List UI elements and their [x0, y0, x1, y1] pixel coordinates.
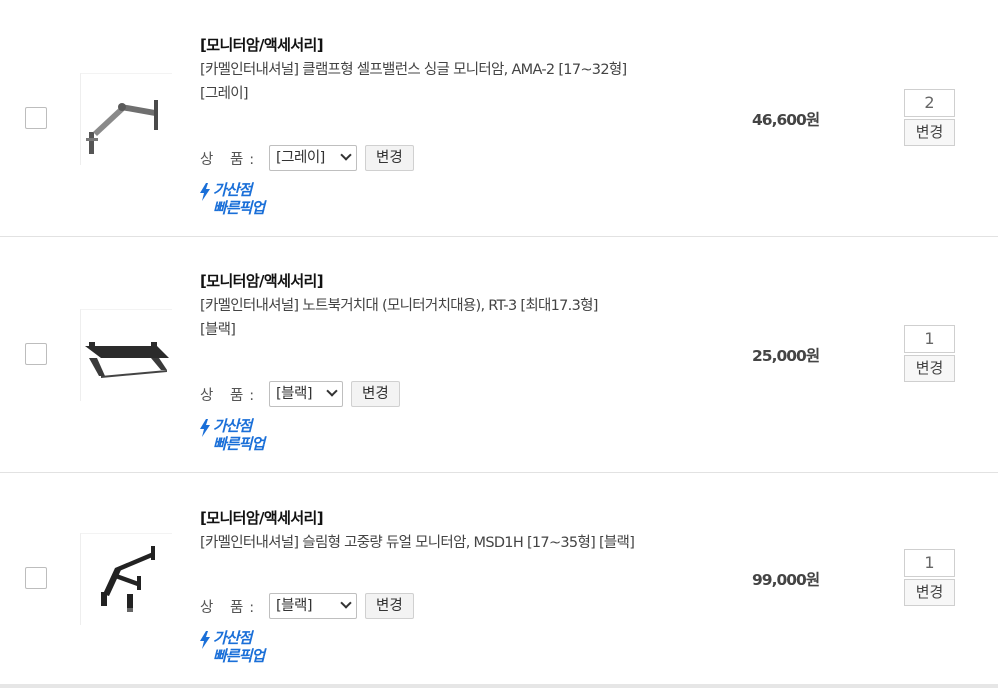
pickup-label-2: 빠른픽업	[213, 435, 265, 453]
item-checkbox[interactable]	[25, 343, 47, 365]
fast-pickup-badge: 가산점 빠른픽업	[199, 181, 289, 221]
chevron-down-icon	[326, 385, 338, 397]
option-row: 상 품: [블랙] 변경	[200, 381, 400, 407]
item-info: [모니터암/액세서리] [카멜인터내셔널] 노트북거치대 (모니터거치대용), …	[200, 270, 720, 342]
option-select[interactable]: [블랙]	[269, 381, 343, 407]
fast-pickup-badge: 가산점 빠른픽업	[199, 417, 289, 457]
item-info: [모니터암/액세서리] [카멜인터내셔널] 클램프형 셀프밸런스 싱글 모니터암…	[200, 34, 720, 106]
product-image-laptop-stand[interactable]	[80, 309, 172, 401]
quantity-input[interactable]: 1	[904, 325, 955, 353]
option-label: 상 품:	[200, 151, 261, 168]
item-name-text[interactable]: [카멜인터내셔널] 슬림형 고중량 듀얼 모니터암, MSD1H [17~35형…	[200, 535, 635, 551]
item-name[interactable]: [카멜인터내셔널] 클램프형 셀프밸런스 싱글 모니터암, AMA-2 [17~…	[200, 58, 720, 106]
quantity-change-button[interactable]: 변경	[904, 355, 955, 382]
item-name-text[interactable]: [카멜인터내셔널] 클램프형 셀프밸런스 싱글 모니터암, AMA-2 [17~…	[200, 62, 627, 78]
quantity-input[interactable]: 2	[904, 89, 955, 117]
option-row: 상 품: [그레이] 변경	[200, 145, 414, 171]
list-bottom-divider	[0, 684, 998, 688]
product-image-dual-monitor-arm[interactable]	[80, 533, 172, 625]
option-row: 상 품: [블랙] 변경	[200, 593, 414, 619]
quantity-input[interactable]: 1	[904, 549, 955, 577]
option-value: [그레이]	[276, 150, 325, 166]
item-category: [모니터암/액세서리]	[200, 509, 324, 527]
item-name-text[interactable]: [카멜인터내셔널] 노트북거치대 (모니터거치대용), RT-3 [최대17.3…	[200, 298, 598, 314]
option-value: [블랙]	[276, 386, 313, 402]
product-image-monitor-arm[interactable]	[80, 73, 172, 165]
option-label: 상 품:	[200, 387, 261, 404]
quantity-change-button[interactable]: 변경	[904, 579, 955, 606]
item-price: 25,000원	[752, 347, 820, 365]
fast-pickup-badge: 가산점 빠른픽업	[199, 629, 289, 669]
chevron-down-icon	[340, 149, 352, 161]
item-name[interactable]: [카멜인터내셔널] 노트북거치대 (모니터거치대용), RT-3 [최대17.3…	[200, 294, 720, 342]
lightning-bolt-icon	[200, 183, 210, 201]
item-name[interactable]: [카멜인터내셔널] 슬림형 고중량 듀얼 모니터암, MSD1H [17~35형…	[200, 531, 720, 555]
cart-item: [모니터암/액세서리] [카멜인터내셔널] 슬림형 고중량 듀얼 모니터암, M…	[0, 473, 998, 685]
item-checkbox[interactable]	[25, 567, 47, 589]
option-change-button[interactable]: 변경	[351, 381, 400, 407]
lightning-bolt-icon	[200, 631, 210, 649]
cart-list: [모니터암/액세서리] [카멜인터내셔널] 클램프형 셀프밸런스 싱글 모니터암…	[0, 0, 998, 688]
item-option-text: [그레이]	[200, 86, 249, 102]
option-change-button[interactable]: 변경	[365, 145, 414, 171]
item-category: [모니터암/액세서리]	[200, 36, 324, 54]
option-change-button[interactable]: 변경	[365, 593, 414, 619]
option-label: 상 품:	[200, 599, 261, 616]
chevron-down-icon	[340, 597, 352, 609]
pickup-label-2: 빠른픽업	[213, 199, 265, 217]
quantity-change-button[interactable]: 변경	[904, 119, 955, 146]
pickup-label-2: 빠른픽업	[213, 647, 265, 665]
cart-item: [모니터암/액세서리] [카멜인터내셔널] 클램프형 셀프밸런스 싱글 모니터암…	[0, 0, 998, 237]
option-value: [블랙]	[276, 598, 313, 614]
option-select[interactable]: [블랙]	[269, 593, 357, 619]
item-category: [모니터암/액세서리]	[200, 272, 324, 290]
lightning-bolt-icon	[200, 419, 210, 437]
cart-item: [모니터암/액세서리] [카멜인터내셔널] 노트북거치대 (모니터거치대용), …	[0, 237, 998, 473]
item-option-text: [블랙]	[200, 322, 236, 338]
item-price: 46,600원	[752, 111, 820, 129]
item-price: 99,000원	[752, 571, 820, 589]
item-info: [모니터암/액세서리] [카멜인터내셔널] 슬림형 고중량 듀얼 모니터암, M…	[200, 507, 720, 555]
option-select[interactable]: [그레이]	[269, 145, 357, 171]
item-checkbox[interactable]	[25, 107, 47, 129]
